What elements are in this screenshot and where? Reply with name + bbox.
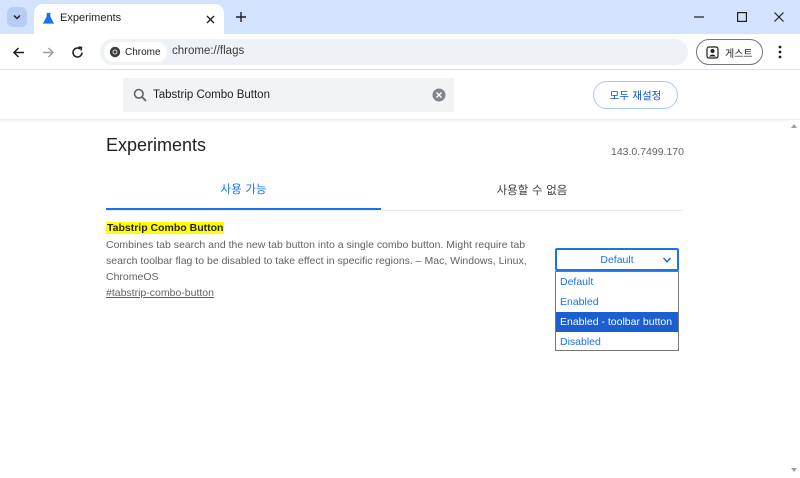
browser-toolbar: Chrome chrome://flags 게스트 bbox=[0, 34, 800, 70]
page-scrollbar[interactable] bbox=[788, 120, 800, 478]
option-enabled-toolbar-button[interactable]: Enabled - toolbar button bbox=[556, 312, 678, 332]
tab-close-button[interactable] bbox=[202, 11, 218, 27]
chrome-menu-button[interactable] bbox=[772, 43, 788, 61]
new-tab-button[interactable] bbox=[232, 8, 250, 26]
minimize-icon bbox=[694, 16, 704, 18]
tab-search-button[interactable] bbox=[7, 7, 27, 27]
maximize-button[interactable] bbox=[733, 8, 751, 26]
flag-tabs: 사용 가능 사용할 수 없음 bbox=[106, 170, 683, 211]
version-label: 143.0.7499.170 bbox=[611, 146, 684, 158]
guest-profile-icon bbox=[706, 45, 719, 59]
reload-icon bbox=[71, 45, 83, 58]
option-enabled[interactable]: Enabled bbox=[556, 292, 678, 312]
scroll-down-icon[interactable] bbox=[790, 466, 798, 474]
maximize-icon bbox=[737, 12, 747, 22]
tab-strip: Experiments bbox=[0, 0, 800, 34]
select-options-list: Default Enabled Enabled - toolbar button… bbox=[555, 271, 679, 351]
back-button[interactable] bbox=[9, 43, 27, 61]
profile-button[interactable]: 게스트 bbox=[696, 39, 763, 65]
more-vert-icon bbox=[778, 45, 782, 59]
flag-search-input[interactable] bbox=[153, 86, 423, 104]
address-bar[interactable]: Chrome chrome://flags bbox=[100, 39, 688, 65]
url-text[interactable]: chrome://flags bbox=[172, 45, 244, 57]
profile-label: 게스트 bbox=[725, 48, 753, 60]
site-chip-label: Chrome bbox=[125, 46, 161, 58]
close-icon bbox=[774, 12, 784, 22]
tab-unavailable[interactable]: 사용할 수 없음 bbox=[381, 170, 683, 210]
close-window-button[interactable] bbox=[770, 8, 788, 26]
search-icon bbox=[133, 88, 147, 102]
flask-icon bbox=[42, 12, 55, 24]
flag-permalink[interactable]: #tabstrip-combo-button bbox=[106, 287, 214, 299]
flags-header: 모두 재설정 bbox=[0, 70, 800, 120]
clear-search-icon[interactable] bbox=[432, 88, 446, 102]
reload-button[interactable] bbox=[68, 43, 86, 61]
plus-icon bbox=[236, 12, 246, 22]
chrome-logo-icon bbox=[109, 46, 121, 58]
site-info-chip[interactable]: Chrome bbox=[104, 42, 167, 62]
select-value: Default bbox=[600, 253, 634, 266]
chevron-down-icon bbox=[13, 14, 21, 20]
arrow-left-icon bbox=[12, 46, 24, 58]
tab-experiments[interactable]: Experiments bbox=[34, 4, 224, 34]
forward-button[interactable] bbox=[39, 43, 57, 61]
tab-title: Experiments bbox=[60, 12, 122, 24]
flag-state-select[interactable]: Default bbox=[555, 248, 679, 271]
flag-name: Tabstrip Combo Button bbox=[106, 222, 225, 234]
option-default[interactable]: Default bbox=[556, 272, 678, 292]
reset-all-button[interactable]: 모두 재설정 bbox=[593, 81, 678, 109]
option-disabled[interactable]: Disabled bbox=[556, 332, 678, 352]
flag-description: Combines tab search and the new tab butt… bbox=[106, 239, 527, 283]
minimize-button[interactable] bbox=[690, 8, 708, 26]
scroll-up-icon[interactable] bbox=[790, 122, 798, 130]
close-icon bbox=[206, 15, 214, 23]
arrow-right-icon bbox=[42, 46, 54, 58]
tab-available[interactable]: 사용 가능 bbox=[106, 170, 381, 210]
chevron-down-icon bbox=[662, 257, 672, 263]
flag-search-box bbox=[123, 78, 454, 112]
page-title: Experiments bbox=[106, 135, 207, 155]
